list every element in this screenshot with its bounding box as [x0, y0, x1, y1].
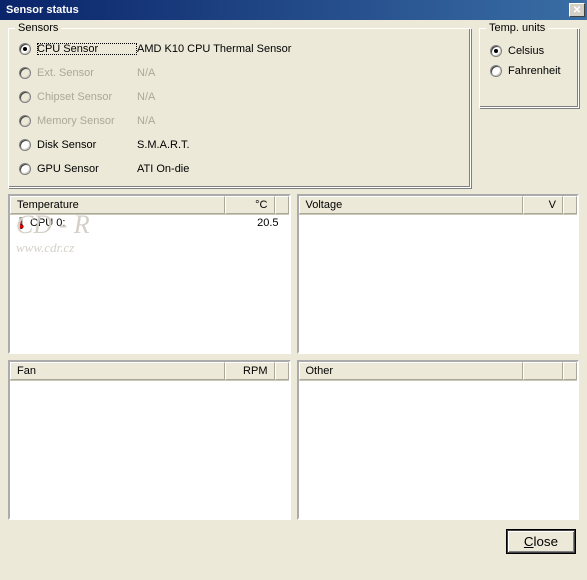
temperature-unit[interactable]: °C: [225, 196, 275, 214]
title-bar: Sensor status ✕: [0, 0, 587, 20]
sensor-radio-2: [19, 91, 31, 103]
temperature-panel: Temperature °C CPU 0:20.5: [8, 194, 291, 354]
temp-units-legend: Temp. units: [486, 22, 548, 34]
thermometer-icon: [14, 217, 28, 229]
other-panel: Other: [297, 360, 580, 520]
temperature-row-label: CPU 0:: [28, 217, 235, 229]
temp-unit-row-0[interactable]: Celsius: [490, 41, 568, 61]
sensor-value-1: N/A: [137, 67, 460, 79]
temperature-row-0[interactable]: CPU 0:20.5: [14, 216, 285, 230]
sensor-value-3: N/A: [137, 115, 460, 127]
sensor-radio-1: [19, 67, 31, 79]
sensor-label-1: Ext. Sensor: [37, 67, 137, 79]
content-area: CD - R www.cdr.cz Sensors CPU SensorAMD …: [0, 20, 587, 561]
fan-panel: Fan RPM: [8, 360, 291, 520]
window-title: Sensor status: [6, 4, 79, 16]
sensor-label-0: CPU Sensor: [37, 43, 137, 55]
sensor-value-0: AMD K10 CPU Thermal Sensor: [137, 43, 460, 55]
temperature-row-value: 20.5: [235, 217, 285, 229]
voltage-unit[interactable]: V: [523, 196, 563, 214]
window-close-button[interactable]: ✕: [569, 3, 585, 17]
sensors-group: Sensors CPU SensorAMD K10 CPU Thermal Se…: [8, 28, 471, 188]
temp-unit-row-1[interactable]: Fahrenheit: [490, 61, 568, 81]
sensor-row-1: Ext. SensorN/A: [19, 61, 460, 85]
fan-header[interactable]: Fan: [10, 362, 225, 380]
temp-units-group: Temp. units CelsiusFahrenheit: [479, 28, 579, 108]
sensor-row-2: Chipset SensorN/A: [19, 85, 460, 109]
temperature-header[interactable]: Temperature: [10, 196, 225, 214]
voltage-header[interactable]: Voltage: [299, 196, 524, 214]
voltage-panel: Voltage V: [297, 194, 580, 354]
sensor-row-5[interactable]: GPU SensorATI On-die: [19, 157, 460, 181]
sensor-row-4[interactable]: Disk SensorS.M.A.R.T.: [19, 133, 460, 157]
sensors-legend: Sensors: [15, 22, 61, 34]
fan-unit[interactable]: RPM: [225, 362, 275, 380]
sensor-row-0[interactable]: CPU SensorAMD K10 CPU Thermal Sensor: [19, 37, 460, 61]
sensor-label-4: Disk Sensor: [37, 139, 137, 151]
sensor-radio-0[interactable]: [19, 43, 31, 55]
temp-unit-label-1: Fahrenheit: [508, 65, 561, 77]
sensor-radio-5[interactable]: [19, 163, 31, 175]
other-header[interactable]: Other: [299, 362, 524, 380]
sensor-value-2: N/A: [137, 91, 460, 103]
sensor-label-2: Chipset Sensor: [37, 91, 137, 103]
sensor-radio-3: [19, 115, 31, 127]
other-unit[interactable]: [523, 362, 563, 380]
sensor-value-4: S.M.A.R.T.: [137, 139, 460, 151]
sensor-row-3: Memory SensorN/A: [19, 109, 460, 133]
sensor-radio-4[interactable]: [19, 139, 31, 151]
close-button[interactable]: Close: [507, 530, 575, 553]
temp-unit-radio-0[interactable]: [490, 45, 502, 57]
sensor-value-5: ATI On-die: [137, 163, 460, 175]
sensor-label-3: Memory Sensor: [37, 115, 137, 127]
sensor-label-5: GPU Sensor: [37, 163, 137, 175]
temp-unit-radio-1[interactable]: [490, 65, 502, 77]
temp-unit-label-0: Celsius: [508, 45, 544, 57]
